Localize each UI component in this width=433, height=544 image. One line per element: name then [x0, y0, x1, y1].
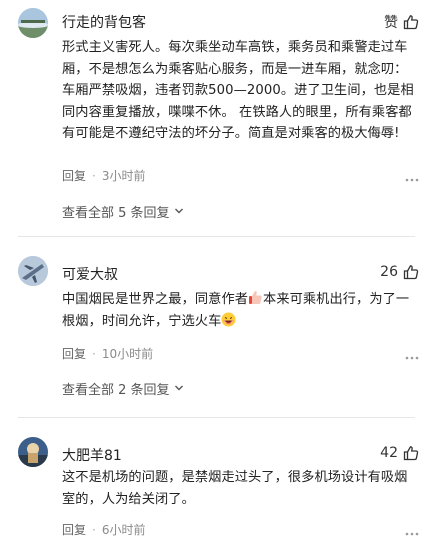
comment-text: 中国烟民是世界之最，同意作者 本来可乘机出行，为了一根烟，时间允许，宁选火车 [62, 289, 415, 332]
view-all-replies-link[interactable]: 查看全部 5 条回复 [62, 202, 184, 221]
divider [18, 417, 415, 418]
avatar[interactable] [18, 256, 48, 286]
separator-dot: · [92, 346, 96, 361]
chevron-down-icon [174, 204, 184, 219]
reply-button[interactable]: 回复 [62, 521, 86, 538]
like-button[interactable]: 赞 [384, 12, 419, 32]
comment-text: 这不是机场的问题，是禁烟走过头了，很多机场设计有吸烟室的，人为给关闭了。 [62, 470, 408, 507]
divider [18, 236, 415, 237]
thumbs-up-icon [403, 264, 419, 280]
more-dots-icon[interactable] [405, 170, 419, 189]
view-replies-label: 查看全部 2 条回复 [62, 383, 170, 398]
grinning-face-emoji-icon [221, 312, 236, 327]
reply-button[interactable]: 回复 [62, 345, 86, 362]
reply-button[interactable]: 回复 [62, 167, 86, 184]
comment-meta: 回复 · 6小时前 [62, 521, 145, 538]
like-count: 42 [380, 445, 398, 461]
thumbs-up-icon [403, 445, 419, 461]
comment-text: 形式主义害死人。每次乘坐动车高铁，乘务员和乘警走过车厢，不是想怎么为乘客贴心服务… [62, 40, 414, 141]
username[interactable]: 可爱大叔 [62, 264, 118, 284]
view-all-replies-link[interactable]: 查看全部 2 条回复 [62, 379, 184, 398]
timestamp: 6小时前 [101, 523, 146, 537]
chevron-down-icon [174, 381, 184, 396]
more-dots-icon[interactable] [405, 348, 419, 367]
separator-dot: · [92, 168, 96, 183]
thumbs-up-emoji-icon [248, 290, 263, 305]
separator-dot: · [92, 522, 96, 537]
username[interactable]: 行走的背包客 [62, 12, 146, 32]
like-label: 赞 [384, 15, 398, 31]
thumbs-up-icon [403, 14, 419, 30]
like-count: 26 [380, 264, 398, 280]
like-button[interactable]: 26 [380, 264, 419, 280]
more-dots-icon[interactable] [405, 524, 419, 543]
avatar[interactable] [18, 8, 48, 38]
timestamp: 3小时前 [101, 169, 146, 183]
avatar[interactable] [18, 437, 48, 467]
comment-meta: 回复 · 10小时前 [62, 345, 153, 362]
timestamp: 10小时前 [101, 347, 154, 361]
like-button[interactable]: 42 [380, 445, 419, 461]
comment-meta: 回复 · 3小时前 [62, 167, 145, 184]
comment-text-part: 中国烟民是世界之最，同意作者 [62, 292, 249, 307]
username[interactable]: 大肥羊81 [62, 445, 122, 465]
view-replies-label: 查看全部 5 条回复 [62, 206, 170, 221]
